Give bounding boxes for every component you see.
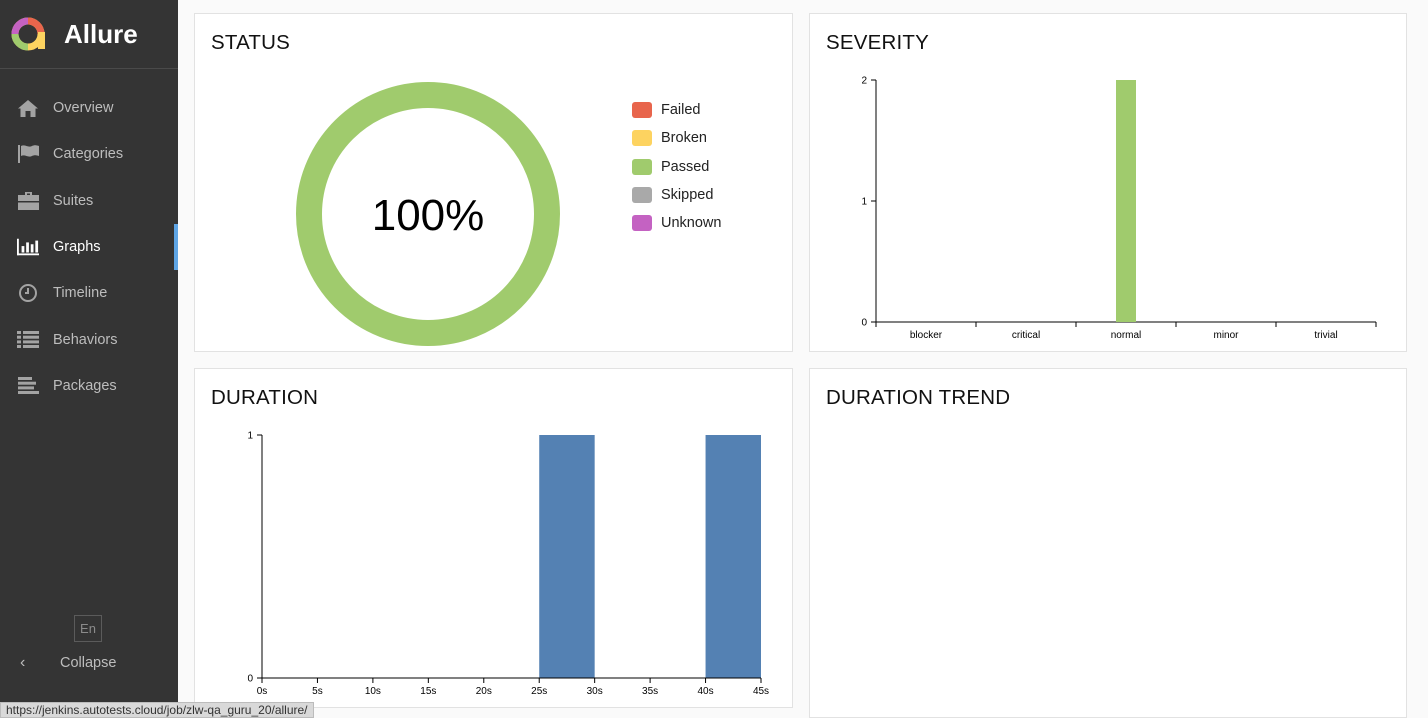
app-name: Allure [64, 18, 138, 49]
sidebar-item-suites[interactable]: Suites [0, 178, 178, 224]
sidebar-item-label: Overview [53, 100, 114, 117]
duration-trend-widget: DURATION TREND [809, 368, 1407, 718]
duration-bar[interactable] [539, 435, 595, 678]
y-tick-label: 0 [247, 674, 253, 685]
bar-chart-icon [17, 237, 39, 257]
legend-label: Unknown [661, 215, 722, 232]
allure-logo-icon [11, 17, 45, 51]
legend-label: Passed [661, 158, 710, 175]
brand[interactable]: Allure [0, 0, 178, 69]
x-tick-label: critical [1012, 330, 1040, 341]
duration-histogram: 010s 5s 10s 15s 20s 25s 30s 35s 40s 45s [247, 431, 769, 698]
x-tick-label: 15s [420, 686, 436, 697]
x-tick-label: normal [1111, 330, 1142, 341]
legend-swatch [632, 158, 652, 175]
collapse-button[interactable]: ‹ Collapse [20, 654, 116, 672]
widget-title: DURATION TREND [826, 386, 1011, 409]
sidebar-item-overview[interactable]: Overview [0, 85, 178, 131]
x-tick-label: 35s [642, 686, 658, 697]
sidebar-item-label: Timeline [53, 285, 108, 302]
sidebar: Allure Overview Categories Suites Graphs [0, 0, 178, 718]
y-tick-label: 1 [247, 431, 253, 442]
sidebar-item-categories[interactable]: Categories [0, 131, 178, 177]
sidebar-item-label: Behaviors [53, 331, 118, 348]
x-tick-label: minor [1213, 330, 1239, 341]
sidebar-item-timeline[interactable]: Timeline [0, 270, 178, 316]
x-tick-label: 10s [365, 686, 381, 697]
x-tick-label: 0s [257, 686, 268, 697]
legend-item-unknown[interactable]: Unknown [632, 209, 721, 237]
sidebar-item-graphs[interactable]: Graphs [0, 223, 178, 271]
severity-bar-normal[interactable] [1116, 80, 1136, 322]
x-tick-label: 25s [531, 686, 547, 697]
sidebar-item-behaviors[interactable]: Behaviors [0, 316, 178, 362]
chevron-left-icon: ‹ [20, 654, 26, 671]
x-tick-label: blocker [910, 330, 943, 341]
x-tick-label: 5s [312, 686, 323, 697]
donut-center-label: 100% [372, 191, 485, 240]
severity-widget: SEVERITY 0 1 2 blocker critical normal minor tr… [809, 13, 1407, 352]
legend-label: Skipped [661, 187, 714, 204]
status-widget: STATUS 100% Failed Broken Passed Skipped Unk… [194, 13, 793, 352]
y-tick-label: 0 [861, 318, 867, 329]
x-tick-label: 30s [587, 686, 603, 697]
legend-item-failed[interactable]: Failed [632, 96, 721, 124]
legend-item-passed[interactable]: Passed [632, 153, 721, 181]
sidebar-item-packages[interactable]: Packages [0, 363, 178, 409]
sidebar-item-label: Suites [53, 192, 94, 209]
legend-label: Failed [661, 102, 701, 119]
sidebar-item-label: Packages [53, 377, 117, 394]
status-legend: Failed Broken Passed Skipped Unknown [632, 96, 721, 237]
collapse-label: Collapse [60, 655, 117, 671]
home-icon [17, 98, 39, 118]
briefcase-icon [17, 191, 39, 211]
x-tick-label: trivial [1314, 330, 1337, 341]
language-switch[interactable]: En [74, 615, 102, 642]
flag-icon [17, 144, 39, 164]
x-tick-label: 40s [697, 686, 713, 697]
link-preview-url: https://jenkins.autotests.cloud/job/zlw-… [0, 702, 314, 718]
sidebar-item-label: Categories [53, 146, 124, 163]
legend-swatch [632, 130, 652, 147]
list-icon [17, 330, 39, 350]
sidebar-nav: Overview Categories Suites Graphs Timeli… [0, 85, 178, 409]
y-tick-label: 1 [861, 197, 867, 208]
clock-icon [17, 283, 39, 303]
x-tick-label: 20s [476, 686, 492, 697]
legend-item-broken[interactable]: Broken [632, 124, 721, 152]
x-tick-label: 45s [753, 686, 769, 697]
y-tick-label: 2 [861, 76, 867, 87]
align-left-icon [17, 376, 39, 396]
duration-bar[interactable] [705, 435, 761, 678]
legend-label: Broken [661, 130, 707, 147]
duration-widget: DURATION 0 1 0s 5s 10s 15s 20s 25s 30s 35s 40s 45s [194, 368, 793, 708]
legend-swatch [632, 215, 652, 232]
legend-swatch [632, 102, 652, 119]
legend-item-skipped[interactable]: Skipped [632, 181, 721, 209]
legend-swatch [632, 187, 652, 204]
sidebar-item-label: Graphs [53, 239, 101, 256]
severity-bar-chart: 0 1 2 blocker critical normal minor trivial [861, 76, 1377, 341]
